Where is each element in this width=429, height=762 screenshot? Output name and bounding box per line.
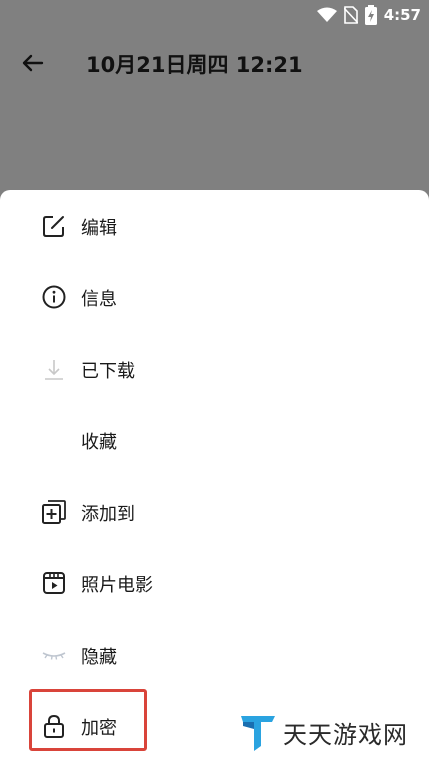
- edit-icon: [43, 216, 64, 237]
- menu-label-photo-movie: 照片电影: [81, 575, 153, 596]
- no-sim-icon: [343, 6, 358, 24]
- menu-label-add-to: 添加到: [81, 504, 135, 525]
- download-icon: [45, 360, 63, 380]
- info-icon: [42, 285, 66, 309]
- page-title: 10月21日周四 12:21: [86, 53, 303, 77]
- arrow-left-icon: [22, 54, 44, 72]
- menu-label-info: 信息: [81, 289, 117, 310]
- menu-label-downloaded: 已下载: [81, 361, 135, 382]
- menu-label-edit: 编辑: [81, 218, 117, 239]
- menu-item-edit[interactable]: 编辑: [0, 198, 429, 254]
- status-icons: 4:57: [316, 4, 421, 26]
- menu-label-favorite: 收藏: [81, 432, 117, 453]
- menu-label-hide: 隐藏: [81, 647, 117, 668]
- battery-icon: [364, 5, 377, 25]
- back-button[interactable]: [18, 48, 48, 78]
- menu-item-favorite[interactable]: 收藏: [0, 412, 429, 468]
- add-to-album-icon: [42, 500, 66, 524]
- menu-item-photo-movie[interactable]: 照片电影: [0, 555, 429, 611]
- menu-item-hide[interactable]: 隐藏: [0, 627, 429, 683]
- t-logo-icon: [241, 716, 275, 751]
- watermark: 天天游戏网: [239, 712, 408, 752]
- watermark-text: 天天游戏网: [283, 720, 408, 749]
- menu-item-add-to[interactable]: 添加到: [0, 484, 429, 540]
- app-bar: 10月21日周四 12:21: [0, 30, 429, 94]
- status-bar: 4:57: [0, 0, 429, 30]
- action-sheet: 编辑 信息 已下载 收藏 添加到 照片电影 隐藏 加密: [0, 190, 429, 762]
- menu-item-info[interactable]: 信息: [0, 269, 429, 325]
- closed-eye-icon: [42, 652, 66, 660]
- highlight-box: [29, 689, 147, 751]
- menu-item-downloaded[interactable]: 已下载: [0, 341, 429, 397]
- status-time: 4:57: [383, 6, 421, 24]
- photo-movie-icon: [43, 572, 65, 594]
- wifi-icon: [316, 7, 337, 22]
